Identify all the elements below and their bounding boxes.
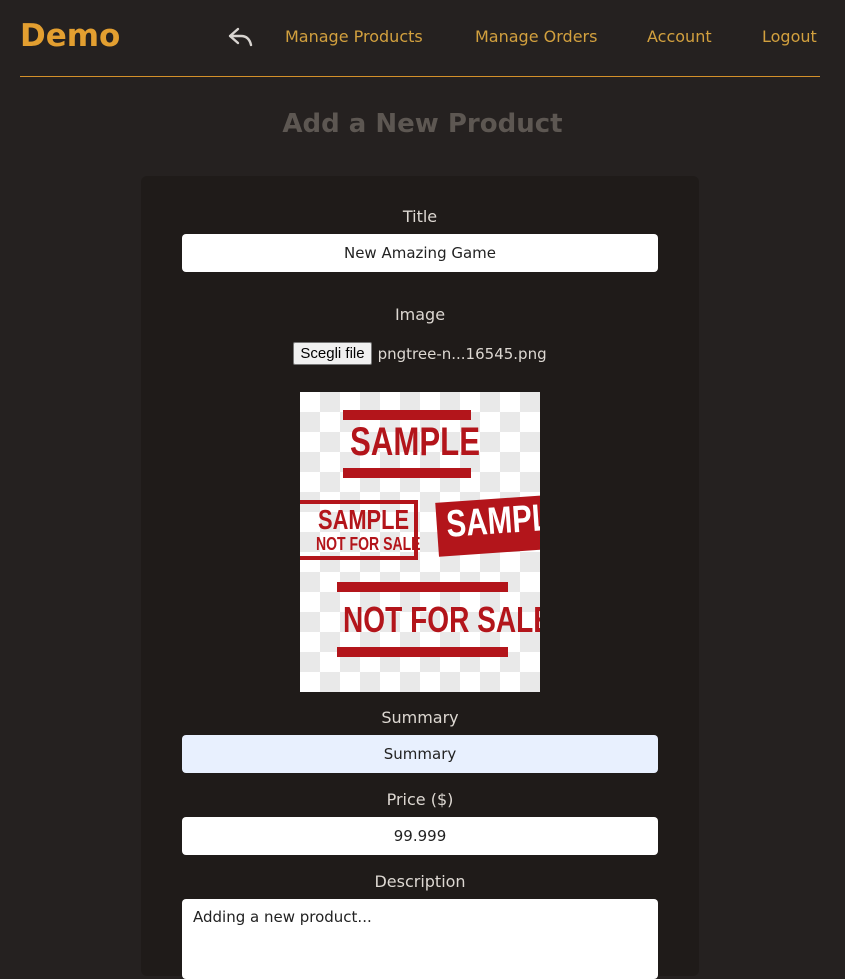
preview-stamp-text: SAMPLE <box>445 495 540 546</box>
image-label: Image <box>394 305 446 324</box>
file-picker: Scegli file pngtree-n...16545.png <box>141 342 699 365</box>
reply-arrow-icon <box>228 27 253 47</box>
summary-input[interactable] <box>182 735 658 773</box>
selected-file-name: pngtree-n...16545.png <box>377 344 547 363</box>
price-label: Price ($) <box>386 790 454 809</box>
summary-label: Summary <box>381 708 459 727</box>
title-input[interactable] <box>182 234 658 272</box>
add-product-form: Title Image Scegli file pngtree-n...1654… <box>141 176 699 979</box>
preview-stamp-text: NOT FOR SALE <box>316 534 421 554</box>
preview-stamp-text: SAMPLE <box>350 420 481 464</box>
choose-file-button[interactable]: Scegli file <box>293 342 372 365</box>
description-label: Description <box>374 872 466 891</box>
price-input[interactable] <box>182 817 658 855</box>
preview-stamp-text: NOT FOR SALE <box>343 599 540 640</box>
top-navbar: Demo Manage Products Manage Orders Accou… <box>20 0 820 77</box>
nav-manage-orders[interactable]: Manage Orders <box>475 27 597 46</box>
nav-manage-products[interactable]: Manage Products <box>285 27 423 46</box>
brand-logo[interactable]: Demo <box>20 18 120 54</box>
nav-logout[interactable]: Logout <box>762 27 817 46</box>
nav-account[interactable]: Account <box>647 27 712 46</box>
preview-stamp-text: SAMPLE <box>318 504 410 535</box>
description-textarea[interactable]: Adding a new product... <box>182 899 658 979</box>
back-button[interactable] <box>227 24 255 50</box>
image-preview: SAMPLE SAMPLE NOT FOR SALE SAMPLE NOT FO… <box>300 392 540 692</box>
title-label: Title <box>402 207 438 226</box>
page-title: Add a New Product <box>282 109 563 139</box>
